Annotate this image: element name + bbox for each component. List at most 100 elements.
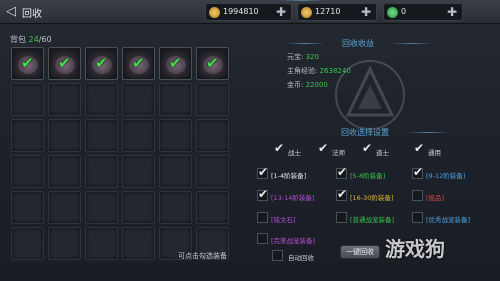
selected-check-icon: ✔ bbox=[206, 54, 219, 72]
divider bbox=[392, 43, 432, 44]
bag-slot[interactable] bbox=[11, 155, 44, 188]
bag-slot[interactable]: ✔ bbox=[159, 47, 192, 80]
bag-slot[interactable] bbox=[48, 83, 81, 116]
class-label: 战士 bbox=[288, 149, 301, 157]
currency-ingot-value: 12710 bbox=[315, 7, 341, 16]
bag-slot[interactable]: ✔ bbox=[48, 47, 81, 80]
add-gem-icon[interactable]: ✚ bbox=[445, 5, 459, 19]
bag-slot[interactable] bbox=[85, 119, 118, 152]
bag-slot[interactable] bbox=[11, 83, 44, 116]
currency-gold: 1994810 ✚ bbox=[205, 3, 292, 21]
equipment-option-checkbox[interactable] bbox=[336, 212, 347, 223]
bag-slot[interactable] bbox=[11, 119, 44, 152]
auto-recycle-checkbox[interactable] bbox=[272, 250, 283, 261]
bag-slot[interactable] bbox=[48, 155, 81, 188]
bag-slot[interactable] bbox=[196, 155, 229, 188]
currency-gold-value: 1994810 bbox=[223, 7, 259, 16]
add-gold-icon[interactable]: ✚ bbox=[274, 5, 288, 19]
bag-slot[interactable] bbox=[196, 83, 229, 116]
equipment-option-checkbox[interactable] bbox=[412, 212, 423, 223]
back-icon[interactable]: ◁ bbox=[6, 4, 20, 20]
bag-slot[interactable] bbox=[85, 227, 118, 260]
bag-slot[interactable]: ✔ bbox=[196, 47, 229, 80]
page-title: 回收 bbox=[22, 9, 42, 20]
income-ingot-value: 320 bbox=[305, 53, 319, 61]
bag-label: 背包 24/60 bbox=[10, 34, 52, 45]
income-exp-label: 主角经验: bbox=[287, 67, 318, 75]
equipment-option-label: [5-8阶装备] bbox=[350, 172, 386, 180]
class-checkbox[interactable] bbox=[318, 141, 329, 156]
bag-slot[interactable] bbox=[159, 83, 192, 116]
class-checkbox[interactable] bbox=[414, 141, 425, 156]
gem-icon bbox=[387, 7, 398, 18]
bag-slot[interactable]: ✔ bbox=[11, 47, 44, 80]
watermark: 游戏狗 bbox=[385, 237, 445, 261]
bag-slot[interactable] bbox=[11, 191, 44, 224]
bag-count: 24 bbox=[28, 35, 39, 44]
class-label: 法师 bbox=[332, 149, 345, 157]
equipment-option-label: [优秀战宠装备] bbox=[426, 216, 471, 224]
equipment-option-checkbox[interactable] bbox=[412, 190, 423, 201]
selected-check-icon: ✔ bbox=[21, 54, 34, 72]
bag-slot[interactable] bbox=[85, 191, 118, 224]
bag-slot[interactable] bbox=[11, 227, 44, 260]
top-bar: ◁ 回收 1994810 ✚ 12710 ✚ 0 ✚ bbox=[0, 0, 500, 24]
bag-slot[interactable] bbox=[196, 191, 229, 224]
equipment-option-checkbox[interactable] bbox=[336, 187, 347, 201]
bag-slot[interactable] bbox=[159, 155, 192, 188]
income-gold-label: 金币: bbox=[287, 81, 304, 89]
ingot-icon bbox=[301, 7, 312, 18]
bag-slot[interactable] bbox=[122, 191, 155, 224]
gold-coin-icon bbox=[209, 7, 220, 18]
equipment-option-checkbox[interactable] bbox=[257, 212, 268, 223]
equipment-option-label: [16-30阶装备] bbox=[350, 194, 394, 202]
auto-recycle-label: 自动回收 bbox=[288, 254, 314, 262]
add-ingot-icon[interactable]: ✚ bbox=[359, 5, 373, 19]
bag-slot[interactable] bbox=[122, 119, 155, 152]
equipment-option-label: [9-12阶装备] bbox=[426, 172, 466, 180]
currency-ingot: 12710 ✚ bbox=[297, 3, 377, 21]
one-click-recycle-button[interactable]: 一键回收 bbox=[340, 245, 380, 259]
income-row-ingot: 元宝: 320 bbox=[287, 52, 319, 62]
bag-slot[interactable] bbox=[159, 191, 192, 224]
bag-slot[interactable] bbox=[85, 155, 118, 188]
settings-title: 回收选择设置 bbox=[341, 128, 389, 137]
income-gold-value: 22000 bbox=[305, 81, 328, 89]
class-label: 道士 bbox=[376, 149, 389, 157]
bag-slot[interactable] bbox=[48, 191, 81, 224]
equipment-option-checkbox[interactable] bbox=[257, 187, 268, 201]
selected-check-icon: ✔ bbox=[95, 54, 108, 72]
equipment-option-label: [完美战宠装备] bbox=[271, 237, 316, 245]
bag-slot[interactable] bbox=[122, 155, 155, 188]
class-checkbox[interactable] bbox=[274, 141, 285, 156]
bag-slot[interactable] bbox=[196, 119, 229, 152]
equipment-option-label: [普通战宠装备] bbox=[350, 216, 395, 224]
bag-slot[interactable] bbox=[122, 83, 155, 116]
divider bbox=[406, 132, 451, 133]
equipment-option-checkbox[interactable] bbox=[257, 165, 268, 179]
bag-slot[interactable] bbox=[85, 83, 118, 116]
income-ingot-label: 元宝: bbox=[287, 53, 304, 61]
bag-slot[interactable]: ✔ bbox=[122, 47, 155, 80]
equipment-option-label: [极品] bbox=[426, 194, 445, 202]
equipment-option-checkbox[interactable] bbox=[257, 233, 268, 244]
bag-slot[interactable] bbox=[122, 227, 155, 260]
bag-title: 背包 bbox=[10, 35, 26, 44]
equipment-option-checkbox[interactable] bbox=[336, 165, 347, 179]
bag-slot[interactable] bbox=[159, 119, 192, 152]
divider bbox=[285, 43, 325, 44]
equipment-option-label: [13-14阶装备] bbox=[271, 194, 315, 202]
equipment-option-label: [铭文石] bbox=[271, 216, 296, 224]
bag-slot[interactable] bbox=[48, 227, 81, 260]
divider bbox=[280, 0, 325, 1]
select-hint: 可点击勾选装备 bbox=[178, 252, 227, 260]
bag-slot[interactable] bbox=[48, 119, 81, 152]
recycle-screen: ◁ 回收 1994810 ✚ 12710 ✚ 0 ✚ 背包 24/60 ✔ ✔ ✔ ✔… bbox=[0, 0, 500, 281]
income-row-exp: 主角经验: 2638240 bbox=[287, 66, 351, 76]
equipment-option-label: [1-4阶装备] bbox=[271, 172, 307, 180]
bag-slot[interactable]: ✔ bbox=[85, 47, 118, 80]
bag-capacity: /60 bbox=[38, 35, 52, 44]
currency-gem: 0 ✚ bbox=[383, 3, 463, 21]
class-checkbox[interactable] bbox=[362, 141, 373, 156]
equipment-option-checkbox[interactable] bbox=[412, 165, 423, 179]
